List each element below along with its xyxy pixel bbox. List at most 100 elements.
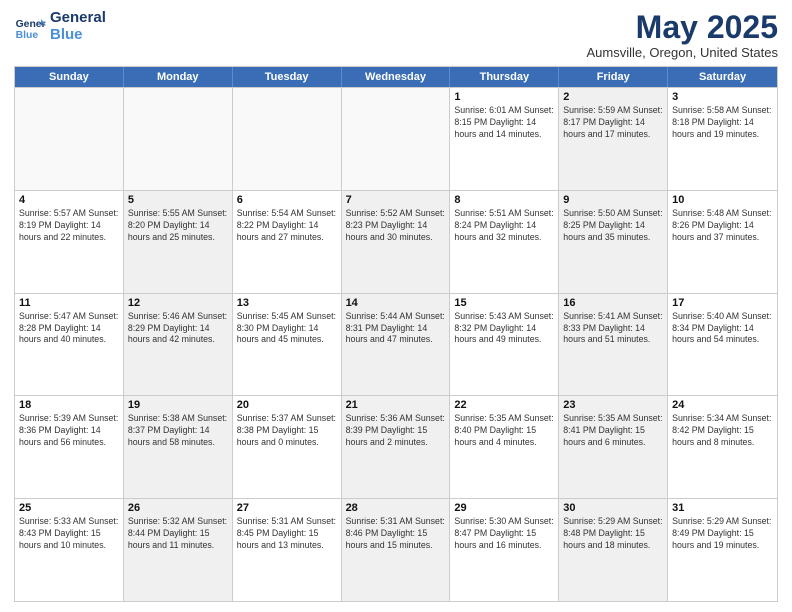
day-number: 22	[454, 399, 554, 411]
day-info: Sunrise: 6:01 AM Sunset: 8:15 PM Dayligh…	[454, 105, 554, 141]
day-number: 23	[563, 399, 663, 411]
day-info: Sunrise: 5:50 AM Sunset: 8:25 PM Dayligh…	[563, 208, 663, 244]
day-cell-5: 5 Sunrise: 5:55 AM Sunset: 8:20 PM Daylig…	[124, 191, 233, 293]
day-info: Sunrise: 5:36 AM Sunset: 8:39 PM Dayligh…	[346, 413, 446, 449]
day-info: Sunrise: 5:29 AM Sunset: 8:49 PM Dayligh…	[672, 516, 773, 552]
day-number: 8	[454, 194, 554, 206]
day-info: Sunrise: 5:47 AM Sunset: 8:28 PM Dayligh…	[19, 311, 119, 347]
day-number: 24	[672, 399, 773, 411]
day-cell-28: 28Sunrise: 5:31 AM Sunset: 8:46 PM Dayli…	[342, 499, 451, 601]
day-cell-11: 11 Sunrise: 5:47 AM Sunset: 8:28 PM Dayli…	[15, 294, 124, 396]
day-number: 11	[19, 297, 119, 309]
day-cell-8: 8Sunrise: 5:51 AM Sunset: 8:24 PM Daylig…	[450, 191, 559, 293]
day-cell-15: 15 Sunrise: 5:43 AM Sunset: 8:32 PM Dayli…	[450, 294, 559, 396]
day-number: 29	[454, 502, 554, 514]
day-cell-30: 30 Sunrise: 5:29 AM Sunset: 8:48 PM Dayli…	[559, 499, 668, 601]
day-cell-22: 22Sunrise: 5:35 AM Sunset: 8:40 PM Dayli…	[450, 396, 559, 498]
day-cell-20: 20Sunrise: 5:37 AM Sunset: 8:38 PM Dayli…	[233, 396, 342, 498]
day-info: Sunrise: 5:31 AM Sunset: 8:45 PM Dayligh…	[237, 516, 337, 552]
day-info: Sunrise: 5:52 AM Sunset: 8:23 PM Dayligh…	[346, 208, 446, 244]
day-info: Sunrise: 5:38 AM Sunset: 8:37 PM Dayligh…	[128, 413, 228, 449]
day-cell-31: 31Sunrise: 5:29 AM Sunset: 8:49 PM Dayli…	[668, 499, 777, 601]
day-number: 15	[454, 297, 554, 309]
day-info: Sunrise: 5:29 AM Sunset: 8:48 PM Dayligh…	[563, 516, 663, 552]
day-cell-16: 16 Sunrise: 5:41 AM Sunset: 8:33 PM Dayli…	[559, 294, 668, 396]
day-info: Sunrise: 5:41 AM Sunset: 8:33 PM Dayligh…	[563, 311, 663, 347]
day-info: Sunrise: 5:58 AM Sunset: 8:18 PM Dayligh…	[672, 105, 773, 141]
day-cell-18: 18 Sunrise: 5:39 AM Sunset: 8:36 PM Dayli…	[15, 396, 124, 498]
day-info: Sunrise: 5:44 AM Sunset: 8:31 PM Dayligh…	[346, 311, 446, 347]
header-day-monday: Monday	[124, 67, 233, 87]
day-cell-29: 29 Sunrise: 5:30 AM Sunset: 8:47 PM Dayli…	[450, 499, 559, 601]
day-number: 5	[128, 194, 228, 206]
empty-cell-0-1	[124, 88, 233, 190]
header-day-saturday: Saturday	[668, 67, 777, 87]
title-block: May 2025 Aumsville, Oregon, United State…	[587, 10, 778, 60]
day-cell-10: 10 Sunrise: 5:48 AM Sunset: 8:26 PM Dayli…	[668, 191, 777, 293]
page: General Blue General Blue May 2025 Aumsv…	[0, 0, 792, 612]
day-info: Sunrise: 5:30 AM Sunset: 8:47 PM Dayligh…	[454, 516, 554, 552]
day-info: Sunrise: 5:39 AM Sunset: 8:36 PM Dayligh…	[19, 413, 119, 449]
day-number: 2	[563, 91, 663, 103]
empty-cell-0-2	[233, 88, 342, 190]
logo: General Blue General Blue	[14, 10, 106, 43]
day-info: Sunrise: 5:48 AM Sunset: 8:26 PM Dayligh…	[672, 208, 773, 244]
day-cell-19: 19 Sunrise: 5:38 AM Sunset: 8:37 PM Dayli…	[124, 396, 233, 498]
day-cell-9: 9 Sunrise: 5:50 AM Sunset: 8:25 PM Daylig…	[559, 191, 668, 293]
day-number: 21	[346, 399, 446, 411]
day-number: 12	[128, 297, 228, 309]
day-info: Sunrise: 5:57 AM Sunset: 8:19 PM Dayligh…	[19, 208, 119, 244]
header-day-thursday: Thursday	[450, 67, 559, 87]
day-number: 13	[237, 297, 337, 309]
day-cell-21: 21 Sunrise: 5:36 AM Sunset: 8:39 PM Dayli…	[342, 396, 451, 498]
day-number: 16	[563, 297, 663, 309]
day-info: Sunrise: 5:46 AM Sunset: 8:29 PM Dayligh…	[128, 311, 228, 347]
day-cell-3: 3Sunrise: 5:58 AM Sunset: 8:18 PM Daylig…	[668, 88, 777, 190]
header-day-sunday: Sunday	[15, 67, 124, 87]
day-number: 14	[346, 297, 446, 309]
header-day-friday: Friday	[559, 67, 668, 87]
day-cell-6: 6 Sunrise: 5:54 AM Sunset: 8:22 PM Daylig…	[233, 191, 342, 293]
day-cell-24: 24Sunrise: 5:34 AM Sunset: 8:42 PM Dayli…	[668, 396, 777, 498]
day-info: Sunrise: 5:32 AM Sunset: 8:44 PM Dayligh…	[128, 516, 228, 552]
day-info: Sunrise: 5:40 AM Sunset: 8:34 PM Dayligh…	[672, 311, 773, 347]
day-info: Sunrise: 5:59 AM Sunset: 8:17 PM Dayligh…	[563, 105, 663, 141]
day-info: Sunrise: 5:33 AM Sunset: 8:43 PM Dayligh…	[19, 516, 119, 552]
calendar-header: SundayMondayTuesdayWednesdayThursdayFrid…	[15, 67, 777, 87]
day-cell-17: 17Sunrise: 5:40 AM Sunset: 8:34 PM Dayli…	[668, 294, 777, 396]
logo-icon: General Blue	[14, 11, 46, 43]
day-info: Sunrise: 5:54 AM Sunset: 8:22 PM Dayligh…	[237, 208, 337, 244]
day-number: 20	[237, 399, 337, 411]
calendar-row-3: 18 Sunrise: 5:39 AM Sunset: 8:36 PM Dayli…	[15, 395, 777, 498]
logo-line2: Blue	[50, 26, 83, 43]
day-info: Sunrise: 5:43 AM Sunset: 8:32 PM Dayligh…	[454, 311, 554, 347]
day-number: 26	[128, 502, 228, 514]
header-day-tuesday: Tuesday	[233, 67, 342, 87]
day-cell-13: 13Sunrise: 5:45 AM Sunset: 8:30 PM Dayli…	[233, 294, 342, 396]
calendar-body: 1 Sunrise: 6:01 AM Sunset: 8:15 PM Daylig…	[15, 87, 777, 601]
subtitle: Aumsville, Oregon, United States	[587, 45, 778, 60]
day-number: 9	[563, 194, 663, 206]
day-number: 1	[454, 91, 554, 103]
day-number: 18	[19, 399, 119, 411]
main-title: May 2025	[587, 10, 778, 45]
empty-cell-0-3	[342, 88, 451, 190]
calendar-row-2: 11 Sunrise: 5:47 AM Sunset: 8:28 PM Dayli…	[15, 293, 777, 396]
day-cell-7: 7 Sunrise: 5:52 AM Sunset: 8:23 PM Daylig…	[342, 191, 451, 293]
calendar-row-1: 4Sunrise: 5:57 AM Sunset: 8:19 PM Daylig…	[15, 190, 777, 293]
calendar: SundayMondayTuesdayWednesdayThursdayFrid…	[14, 66, 778, 602]
header-day-wednesday: Wednesday	[342, 67, 451, 87]
day-number: 6	[237, 194, 337, 206]
day-cell-2: 2 Sunrise: 5:59 AM Sunset: 8:17 PM Daylig…	[559, 88, 668, 190]
day-info: Sunrise: 5:55 AM Sunset: 8:20 PM Dayligh…	[128, 208, 228, 244]
day-number: 10	[672, 194, 773, 206]
day-number: 27	[237, 502, 337, 514]
empty-cell-0-0	[15, 88, 124, 190]
day-number: 7	[346, 194, 446, 206]
day-cell-25: 25 Sunrise: 5:33 AM Sunset: 8:43 PM Dayli…	[15, 499, 124, 601]
day-number: 25	[19, 502, 119, 514]
day-number: 30	[563, 502, 663, 514]
day-number: 19	[128, 399, 228, 411]
calendar-row-4: 25 Sunrise: 5:33 AM Sunset: 8:43 PM Dayli…	[15, 498, 777, 601]
day-cell-14: 14 Sunrise: 5:44 AM Sunset: 8:31 PM Dayli…	[342, 294, 451, 396]
